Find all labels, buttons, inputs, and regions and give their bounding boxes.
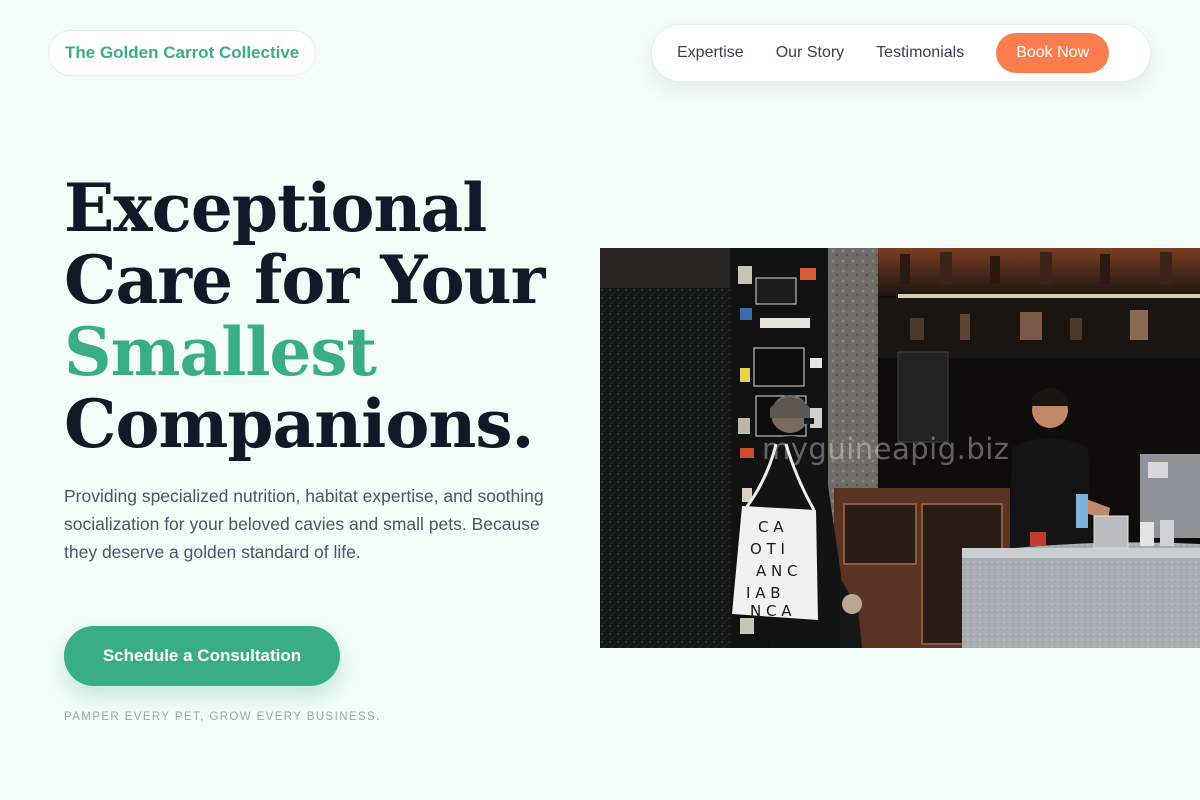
hero-tagline: PAMPER EVERY PET, GROW EVERY BUSINESS. [64,711,381,723]
hero-title-line-2: Care for Your [64,241,545,319]
brand-logo[interactable]: The Golden Carrot Collective [48,30,317,76]
svg-text:N C A: N C A [750,602,792,620]
main-nav: Expertise Our Story Testimonials Book No… [651,24,1151,82]
photo-poster [897,351,949,443]
svg-text:C A: C A [758,518,784,536]
nav-link-our-story[interactable]: Our Story [776,44,844,62]
hero-title: Exceptional Care for Your Smallest Compa… [64,169,545,463]
photo-light-strip [898,294,1200,298]
nav-link-testimonials[interactable]: Testimonials [876,44,964,62]
nav-link-expertise[interactable]: Expertise [677,44,744,62]
photo-counter [962,542,1200,648]
svg-text:A N C: A N C [756,562,798,580]
hero-photo: C A O T I A N C I A B N C A myguineapig.… [600,248,1200,648]
hero-title-accent: Smallest [64,313,377,391]
schedule-consultation-button[interactable]: Schedule a Consultation [64,626,340,686]
schedule-consultation-label: Schedule a Consultation [102,646,302,665]
hero-title-line-4: Companions. [64,385,534,463]
photo-speckled-wall [600,248,730,648]
photo-ceiling-left [600,248,730,288]
hero-title-line-1: Exceptional [64,169,487,247]
hero-description: Providing specialized nutrition, habitat… [64,486,544,562]
book-now-button[interactable]: Book Now [996,33,1110,73]
svg-text:O T I: O T I [750,540,785,558]
photo-bottle [1076,494,1088,528]
photo-watermark: myguineapig.biz [762,432,1010,466]
brand-name: The Golden Carrot Collective [65,43,300,62]
photo-warm-shelves [878,248,1200,296]
svg-text:I A B: I A B [746,584,781,602]
